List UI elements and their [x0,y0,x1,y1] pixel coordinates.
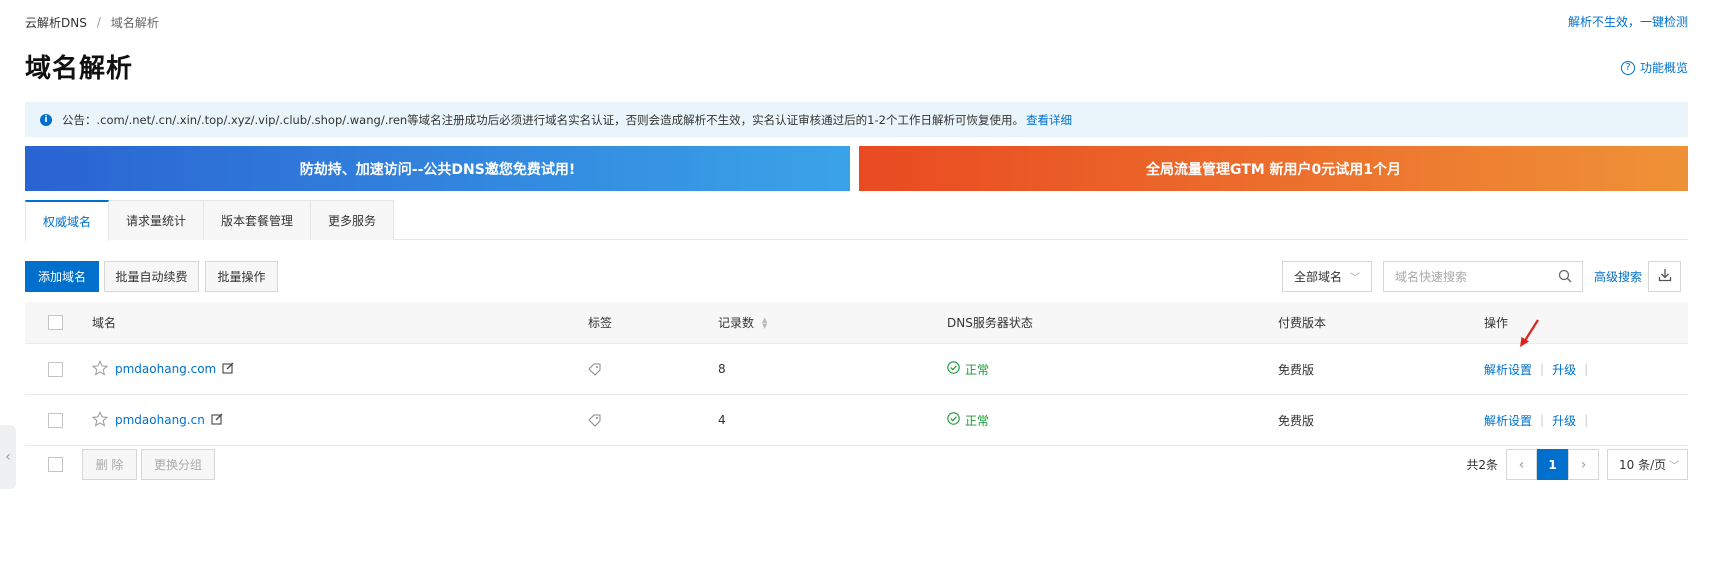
domain-link[interactable]: pmdaohang.cn [115,413,205,427]
tag-icon[interactable] [588,414,601,427]
select-all-cell [48,315,63,330]
search-icon[interactable] [1558,269,1572,286]
header-ops: 操作 [1484,316,1509,330]
download-icon [1658,268,1672,285]
overview-link[interactable]: ? 功能概览 [1620,59,1688,76]
pagination-total: 共2条 [1466,458,1498,472]
ops-divider: | [1540,413,1545,427]
dns-status: 正常 [947,361,989,378]
question-icon: ? [1620,60,1635,75]
filter-select-value: 全部域名 [1294,270,1343,284]
records-count: 4 [718,413,726,427]
row-check-cell [48,361,63,377]
domain-search-input[interactable] [1395,269,1555,284]
upgrade-link[interactable]: 升级 [1552,361,1576,378]
chevron-right-icon: › [1580,456,1587,473]
tab-request-stats[interactable]: 请求量统计 [108,200,205,240]
check-circle-icon [947,361,960,377]
plan-version: 免费版 [1278,362,1315,377]
table-header: 域名 标签 记录数 ▲ ▼ DNS服务器状态 付费版本 操作 [25,302,1688,344]
check-circle-icon [947,412,960,428]
gtm-banner[interactable]: 全局流量管理GTM 新用户0元试用1个月 [859,146,1688,191]
tag-icon[interactable] [588,363,601,376]
row-checkbox[interactable] [48,361,63,377]
header-records-cell[interactable]: 记录数 ▲ ▼ [718,314,767,331]
ops-cell: 解析设置 | 升级 | [1484,412,1596,429]
overview-label: 功能概览 [1639,61,1688,75]
dns-status-text: 正常 [965,413,990,428]
breadcrumb-current: 域名解析 [110,15,159,30]
notice-detail-link[interactable]: 查看详细 [1026,112,1072,128]
page-size-value: 10 条/页 [1619,458,1667,472]
domain-link[interactable]: pmdaohang.com [115,362,216,376]
dns-settings-link[interactable]: 解析设置 [1484,412,1532,429]
tab-authoritative-domains[interactable]: 权威域名 [25,200,110,241]
prev-page-button[interactable]: ‹ [1506,449,1537,480]
download-button[interactable] [1648,261,1681,292]
tab-plan-management[interactable]: 版本套餐管理 [203,200,312,240]
breadcrumb: 云解析DNS / 域名解析 [25,13,159,31]
tab-more-services[interactable]: 更多服务 [310,200,395,240]
dns-status-text: 正常 [965,362,990,377]
chevron-left-icon: ‹ [1518,456,1525,473]
domain-search-box [1383,261,1583,292]
pagination: 共2条 ‹ 1 › 10 条/页 ﹀ [1466,449,1688,480]
batch-ops-button[interactable]: 批量操作 [205,261,278,292]
star-icon[interactable] [91,359,109,379]
dns-check-link[interactable]: 解析不生效，一键检测 [1568,13,1688,30]
plan-version: 免费版 [1278,413,1315,428]
page-size-select[interactable]: 10 条/页 ﹀ [1607,449,1688,480]
upgrade-link[interactable]: 升级 [1552,412,1576,429]
annotation-arrow-icon [1520,319,1539,347]
table-footer: 删 除 更换分组 共2条 ‹ 1 › 10 条/页 ﹀ [25,446,1688,484]
add-domain-button[interactable]: 添加域名 [25,261,99,292]
ops-divider: | [1584,413,1589,427]
header-plan: 付费版本 [1278,316,1327,330]
dns-status: 正常 [947,412,989,429]
header-tag: 标签 [588,316,613,330]
chevron-left-icon: ‹ [5,449,11,465]
batch-renew-button[interactable]: 批量自动续费 [104,261,199,292]
domain-filter-select[interactable]: 全部域名 ﹀ [1282,261,1372,292]
chevron-down-icon: ﹀ [1669,461,1680,472]
footer-select-all-checkbox[interactable] [48,457,63,472]
delete-button[interactable]: 删 除 [82,449,137,480]
header-dns-status: DNS服务器状态 [947,316,1033,330]
sidebar-collapse-handle[interactable]: ‹ [0,425,16,489]
edit-icon[interactable] [222,362,234,377]
notice-bar: i 公告：.com/.net/.cn/.xin/.top/.xyz/.vip/.… [25,102,1688,137]
breadcrumb-separator: / [96,15,101,29]
advanced-search-link[interactable]: 高级搜索 [1594,268,1642,285]
domain-table: 域名 标签 记录数 ▲ ▼ DNS服务器状态 付费版本 操作 pmdaohang.… [25,302,1688,446]
domain-cell: pmdaohang.com [91,359,234,379]
row-checkbox[interactable] [48,412,63,428]
records-count: 8 [718,362,726,376]
domain-cell: pmdaohang.cn [91,410,223,430]
info-icon: i [40,113,52,126]
tab-bar: 权威域名 请求量统计 版本套餐管理 更多服务 [25,200,1688,241]
change-group-button[interactable]: 更换分组 [141,449,215,480]
ops-divider: | [1584,362,1589,376]
next-page-button[interactable]: › [1568,449,1599,480]
edit-icon[interactable] [211,413,223,428]
table-row: pmdaohang.com 8 正常 免费版 解析设置 | 升级 | [25,344,1688,395]
header-records: 记录数 [718,316,755,330]
header-domain: 域名 [92,316,117,330]
select-all-checkbox[interactable] [48,315,63,330]
ops-divider: | [1540,362,1545,376]
ops-cell: 解析设置 | 升级 | [1484,361,1596,378]
table-row: pmdaohang.cn 4 正常 免费版 解析设置 | 升级 | [25,395,1688,446]
public-dns-banner[interactable]: 防劫持、加速访问--公共DNS邀您免费试用! [25,146,850,191]
star-icon[interactable] [91,410,109,430]
row-check-cell [48,412,63,428]
sort-icon[interactable]: ▲ ▼ [762,316,767,329]
breadcrumb-root[interactable]: 云解析DNS [25,14,87,31]
notice-text: 公告：.com/.net/.cn/.xin/.top/.xyz/.vip/.cl… [62,112,1024,127]
page-button-current[interactable]: 1 [1537,449,1568,480]
dns-settings-link[interactable]: 解析设置 [1484,361,1532,378]
chevron-down-icon: ﹀ [1350,273,1361,284]
page-title: 域名解析 [25,54,134,84]
